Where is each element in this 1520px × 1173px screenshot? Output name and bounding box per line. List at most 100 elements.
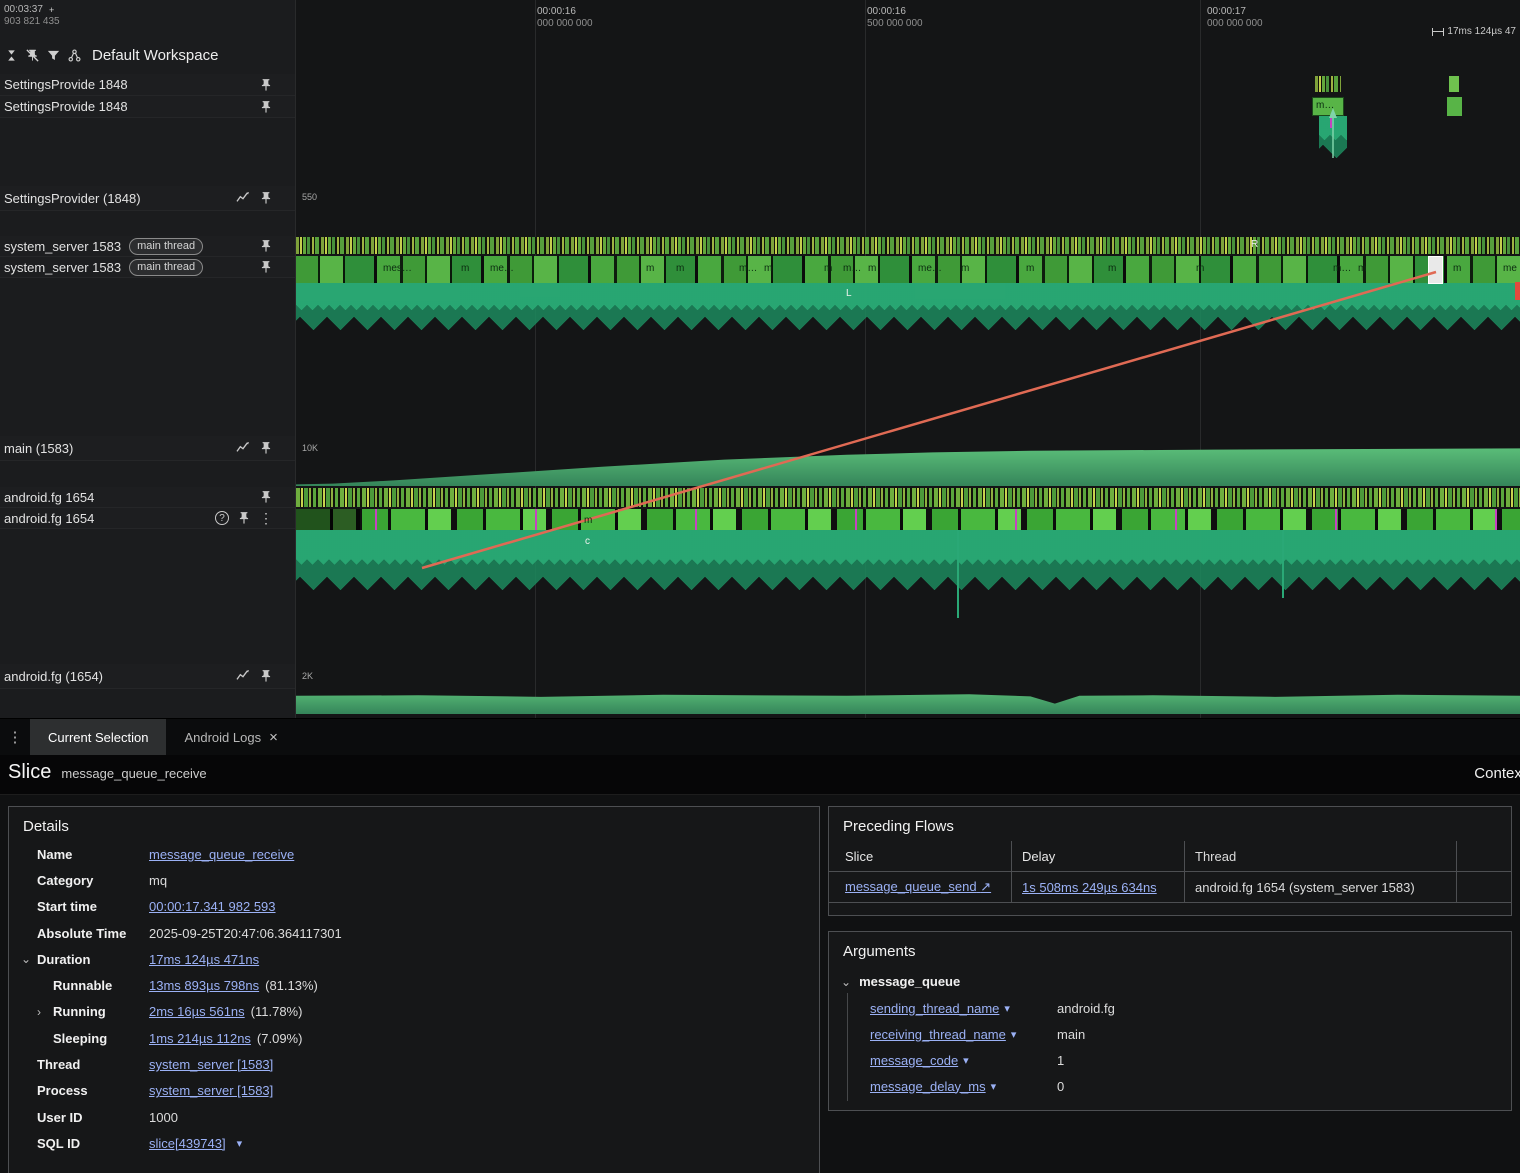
slice-label[interactable]: m [676, 263, 684, 274]
card-title: Preceding Flows [843, 818, 954, 835]
slice-label[interactable]: m [1453, 263, 1461, 274]
track-group-androidfg-1654[interactable]: android.fg (1654) [0, 664, 295, 689]
argument-group-message-queue[interactable]: ⌄ message_queue [829, 966, 1511, 993]
slice-label[interactable]: m [868, 263, 876, 274]
sql-id-link[interactable]: slice[439743] [149, 1136, 226, 1151]
slice-label[interactable]: m… [843, 263, 861, 274]
sleeping-link[interactable]: 1ms 214µs 112ns [149, 1031, 251, 1046]
slice-label[interactable]: m [961, 263, 969, 274]
marker-slice[interactable] [1330, 116, 1332, 128]
slice-label[interactable]: m [646, 263, 654, 274]
slice-label[interactable]: m [824, 263, 832, 274]
workspace-icon[interactable] [67, 48, 82, 63]
show-chart-icon[interactable] [235, 190, 251, 206]
help-icon[interactable]: ? [215, 511, 229, 525]
workspace-title[interactable]: Default Workspace [92, 47, 218, 64]
slice-label[interactable]: L [846, 288, 852, 299]
slice-label[interactable]: R [1251, 239, 1258, 250]
pin-icon[interactable] [259, 260, 273, 274]
slice-label[interactable]: m [461, 263, 469, 274]
process-link[interactable]: system_server [1583] [149, 1083, 273, 1098]
thread-link[interactable]: system_server [1583] [149, 1057, 273, 1072]
pin-icon[interactable] [259, 669, 273, 683]
slice-label[interactable]: m [584, 515, 592, 526]
slice-track-settingsprovider-1[interactable] [1315, 76, 1341, 92]
slice-track-androidfg[interactable] [296, 509, 1520, 530]
pin-icon[interactable] [259, 78, 273, 92]
chevron-down-icon[interactable]: ⌄ [21, 952, 31, 966]
close-icon[interactable]: × [269, 729, 278, 746]
track-row-androidfg-1[interactable]: android.fg 1654 [0, 487, 295, 508]
slice-label[interactable]: m [1026, 263, 1034, 274]
running-link[interactable]: 2ms 16µs 561ns [149, 1004, 245, 1019]
flow-slice-link[interactable]: message_queue_send ↗ [845, 879, 991, 894]
arg-key-link[interactable]: sending_thread_name [870, 1001, 999, 1016]
unpin-all-icon[interactable] [25, 48, 40, 63]
pin-icon[interactable] [259, 191, 273, 205]
slice-label[interactable]: m [1358, 263, 1366, 274]
slice-label[interactable]: me… [918, 263, 942, 274]
panel-kebab-icon[interactable]: ⋮ [0, 719, 30, 755]
caret-down-icon[interactable]: ▾ [963, 1054, 969, 1067]
arg-key-link[interactable]: receiving_thread_name [870, 1027, 1006, 1042]
arg-key-link[interactable]: message_code [870, 1053, 958, 1068]
slice-track-androidfg-dense[interactable] [296, 488, 1520, 507]
kebab-icon[interactable]: ⋮ [259, 511, 273, 525]
arg-value: 1 [1057, 1052, 1065, 1068]
slice-label[interactable]: c [585, 536, 590, 547]
slice-label[interactable]: me… [490, 263, 514, 274]
detail-label: Absolute Time [37, 925, 127, 941]
flow-delay-link[interactable]: 1s 508ms 249µs 634ns [1022, 880, 1157, 895]
selected-slice-message-queue-receive[interactable] [1428, 256, 1443, 284]
show-chart-icon[interactable] [235, 440, 251, 456]
duration-link[interactable]: 17ms 124µs 471ns [149, 952, 259, 967]
slice[interactable] [1449, 76, 1459, 92]
detail-label: Sleeping [53, 1030, 108, 1046]
track-row-androidfg-2[interactable]: android.fg 1654 ? ⋮ [0, 508, 295, 529]
slice-label[interactable]: m… [1333, 263, 1351, 274]
slice-label[interactable]: me [1503, 263, 1517, 274]
context-button[interactable]: Context [1474, 765, 1520, 782]
runnable-link[interactable]: 13ms 893µs 798ns [149, 978, 259, 993]
track-row-settingsprovider-pinned-2[interactable]: SettingsProvide 1848 [0, 96, 295, 118]
pin-icon[interactable] [259, 490, 273, 504]
slice[interactable] [1447, 97, 1462, 116]
collapse-tracks-icon[interactable] [4, 48, 19, 63]
tab-android-logs[interactable]: Android Logs × [166, 719, 295, 755]
track-row-settingsprovider-pinned-1[interactable]: SettingsProvide 1848 [0, 74, 295, 96]
name-link[interactable]: message_queue_receive [149, 847, 294, 862]
details-panel: ⋮ Current Selection Android Logs × Slice… [0, 718, 1520, 1173]
arg-key-link[interactable]: message_delay_ms [870, 1079, 986, 1094]
pin-icon[interactable] [259, 100, 273, 114]
slice-track-system-server-dense[interactable] [296, 237, 1520, 254]
detail-row-runnable: Runnable 13ms 893µs 798ns (81.13%) [9, 972, 819, 998]
flame-track-androidfg[interactable] [296, 530, 1520, 590]
slice-label[interactable]: m [1196, 263, 1204, 274]
track-group-settingsprovider[interactable]: SettingsProvider (1848) [0, 186, 295, 211]
slice-label[interactable]: m [1108, 263, 1116, 274]
caret-down-icon[interactable]: ▾ [991, 1080, 997, 1093]
filter-icon[interactable] [46, 48, 61, 63]
pin-icon[interactable] [259, 441, 273, 455]
flame-track-system-server[interactable] [296, 283, 1520, 330]
slice-label[interactable]: m… [739, 263, 757, 274]
chevron-down-icon[interactable]: ⌄ [841, 975, 851, 989]
track-row-system-server-main-2[interactable]: system_server 1583 main thread [0, 257, 295, 278]
slice-label[interactable]: m [764, 263, 772, 274]
track-row-system-server-main-1[interactable]: system_server 1583 main thread [0, 236, 295, 257]
slice-label[interactable]: m… [1316, 100, 1334, 111]
chevron-right-icon[interactable]: › [37, 1005, 41, 1019]
flame-track-settingsprovider[interactable] [1319, 116, 1347, 158]
track-group-main-1583[interactable]: main (1583) [0, 436, 295, 461]
caret-down-icon[interactable]: ▾ [1011, 1028, 1017, 1041]
pin-icon[interactable] [237, 511, 251, 525]
gridline [535, 0, 536, 718]
pin-icon[interactable] [259, 239, 273, 253]
caret-down-icon[interactable]: ▾ [237, 1137, 243, 1150]
red-slice[interactable] [1515, 282, 1520, 300]
caret-down-icon[interactable]: ▾ [1004, 1002, 1010, 1015]
tab-current-selection[interactable]: Current Selection [30, 719, 167, 755]
slice-label[interactable]: mes… [383, 263, 412, 274]
start-time-link[interactable]: 00:00:17.341 982 593 [149, 899, 276, 914]
show-chart-icon[interactable] [235, 668, 251, 684]
